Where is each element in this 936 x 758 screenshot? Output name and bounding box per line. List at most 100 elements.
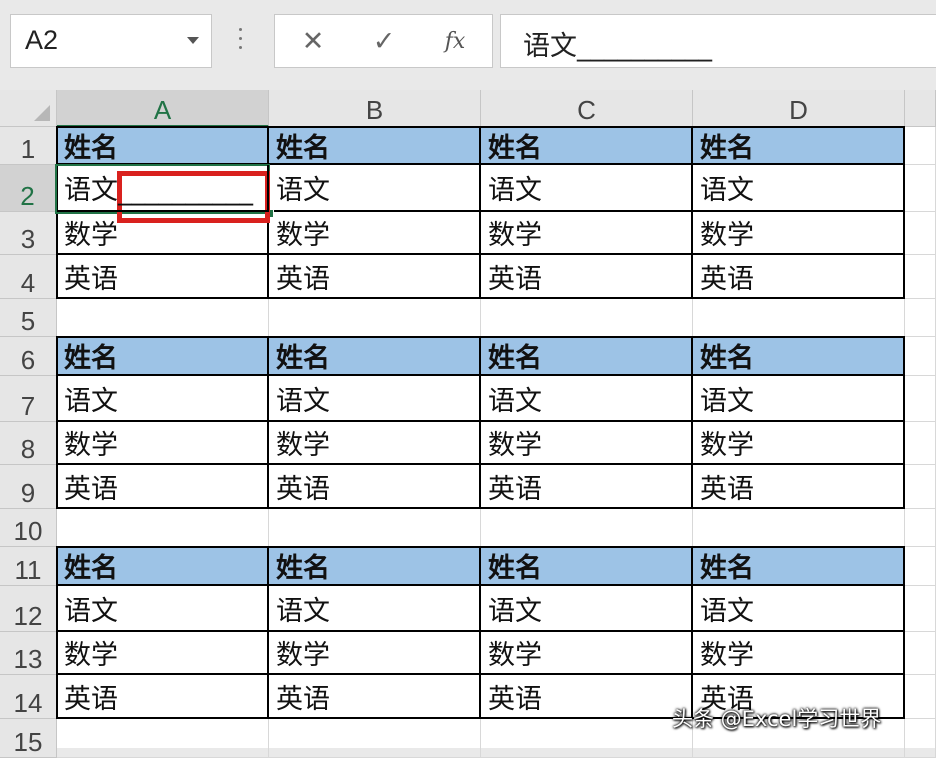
cell-e10[interactable] bbox=[905, 509, 936, 547]
cell-c12[interactable]: 语文 bbox=[481, 586, 693, 632]
name-box-dropdown-icon[interactable] bbox=[187, 37, 199, 44]
cell-c2[interactable]: 语文 bbox=[481, 165, 693, 212]
row-header-9[interactable]: 9 bbox=[0, 465, 57, 509]
column-header-c[interactable]: C bbox=[481, 90, 693, 127]
cell-d6[interactable]: 姓名 bbox=[693, 337, 905, 376]
row-header-12[interactable]: 12 bbox=[0, 586, 57, 632]
cell-d5[interactable] bbox=[693, 299, 905, 337]
formula-input[interactable]: 语文__________ bbox=[500, 14, 936, 68]
column-header-d[interactable]: D bbox=[693, 90, 905, 127]
cell-a2[interactable]: 语文__________ bbox=[57, 165, 269, 212]
cell-b2[interactable]: 语文 bbox=[269, 165, 481, 212]
cell-b10[interactable] bbox=[269, 509, 481, 547]
cell-e11[interactable] bbox=[905, 547, 936, 586]
row-header-2[interactable]: 2 bbox=[0, 165, 57, 212]
cell-e8[interactable] bbox=[905, 422, 936, 465]
insert-function-icon[interactable]: fx bbox=[435, 23, 475, 61]
cell-a14[interactable]: 英语 bbox=[57, 675, 269, 719]
cell-a11[interactable]: 姓名 bbox=[57, 547, 269, 586]
cell-b15[interactable] bbox=[269, 719, 481, 758]
cell-d12[interactable]: 语文 bbox=[693, 586, 905, 632]
row-header-5[interactable]: 5 bbox=[0, 299, 57, 337]
cell-d9[interactable]: 英语 bbox=[693, 465, 905, 509]
cell-a9[interactable]: 英语 bbox=[57, 465, 269, 509]
cancel-icon[interactable]: ✕ bbox=[293, 23, 333, 61]
cell-a8[interactable]: 数学 bbox=[57, 422, 269, 465]
row-header-4[interactable]: 4 bbox=[0, 255, 57, 299]
cell-c13[interactable]: 数学 bbox=[481, 632, 693, 675]
name-box[interactable]: A2 bbox=[10, 14, 212, 68]
row-header-3[interactable]: 3 bbox=[0, 212, 57, 255]
cell-e6[interactable] bbox=[905, 337, 936, 376]
cell-d11[interactable]: 姓名 bbox=[693, 547, 905, 586]
cell-b7[interactable]: 语文 bbox=[269, 376, 481, 422]
column-header-b[interactable]: B bbox=[269, 90, 481, 127]
cell-b5[interactable] bbox=[269, 299, 481, 337]
column-header-e[interactable] bbox=[905, 90, 936, 127]
cell-a5[interactable] bbox=[57, 299, 269, 337]
cell-b6[interactable]: 姓名 bbox=[269, 337, 481, 376]
cell-e2[interactable] bbox=[905, 165, 936, 212]
cell-c4[interactable]: 英语 bbox=[481, 255, 693, 299]
row-header-13[interactable]: 13 bbox=[0, 632, 57, 675]
cell-e9[interactable] bbox=[905, 465, 936, 509]
cell-c15[interactable] bbox=[481, 719, 693, 758]
spreadsheet-grid[interactable]: A B C D 1 姓名 姓名 姓名 姓名 2 语文__________ 语文 语文 语文 3 数学 数学 数学数… bbox=[0, 90, 936, 758]
row-header-15[interactable]: 15 bbox=[0, 719, 57, 758]
cell-c10[interactable] bbox=[481, 509, 693, 547]
cell-e14[interactable] bbox=[905, 675, 936, 719]
cell-a10[interactable] bbox=[57, 509, 269, 547]
cell-b12[interactable]: 语文 bbox=[269, 586, 481, 632]
cell-a13[interactable]: 数学 bbox=[57, 632, 269, 675]
cell-d10[interactable] bbox=[693, 509, 905, 547]
cell-a7[interactable]: 语文 bbox=[57, 376, 269, 422]
cell-a3[interactable]: 数学 bbox=[57, 212, 269, 255]
row-header-6[interactable]: 6 bbox=[0, 337, 57, 376]
cell-d1[interactable]: 姓名 bbox=[693, 127, 905, 165]
row-header-1[interactable]: 1 bbox=[0, 127, 57, 165]
cell-c11[interactable]: 姓名 bbox=[481, 547, 693, 586]
cell-d2[interactable]: 语文 bbox=[693, 165, 905, 212]
cell-c14[interactable]: 英语 bbox=[481, 675, 693, 719]
cell-c6[interactable]: 姓名 bbox=[481, 337, 693, 376]
cell-e13[interactable] bbox=[905, 632, 936, 675]
cell-c5[interactable] bbox=[481, 299, 693, 337]
cell-c3[interactable]: 数学 bbox=[481, 212, 693, 255]
cell-a12[interactable]: 语文 bbox=[57, 586, 269, 632]
cell-a15[interactable] bbox=[57, 719, 269, 758]
row-header-8[interactable]: 8 bbox=[0, 422, 57, 465]
cell-b8[interactable]: 数学 bbox=[269, 422, 481, 465]
cell-b9[interactable]: 英语 bbox=[269, 465, 481, 509]
cell-d8[interactable]: 数学 bbox=[693, 422, 905, 465]
cell-b3[interactable]: 数学 bbox=[269, 212, 481, 255]
cell-c9[interactable]: 英语 bbox=[481, 465, 693, 509]
cell-d3[interactable]: 数学 bbox=[693, 212, 905, 255]
formula-bar-resize-handle[interactable] bbox=[237, 28, 243, 54]
cell-b1[interactable]: 姓名 bbox=[269, 127, 481, 165]
cell-d13[interactable]: 数学 bbox=[693, 632, 905, 675]
cell-e3[interactable] bbox=[905, 212, 936, 255]
cell-b14[interactable]: 英语 bbox=[269, 675, 481, 719]
enter-icon[interactable]: ✓ bbox=[364, 23, 404, 61]
cell-d7[interactable]: 语文 bbox=[693, 376, 905, 422]
select-all-button[interactable] bbox=[0, 90, 57, 127]
cell-e5[interactable] bbox=[905, 299, 936, 337]
row-header-14[interactable]: 14 bbox=[0, 675, 57, 719]
cell-e1[interactable] bbox=[905, 127, 936, 165]
cell-d4[interactable]: 英语 bbox=[693, 255, 905, 299]
cell-c8[interactable]: 数学 bbox=[481, 422, 693, 465]
cell-a6[interactable]: 姓名 bbox=[57, 337, 269, 376]
row-header-11[interactable]: 11 bbox=[0, 547, 57, 586]
column-header-a[interactable]: A bbox=[57, 90, 269, 127]
cell-e7[interactable] bbox=[905, 376, 936, 422]
cell-e15[interactable] bbox=[905, 719, 936, 758]
row-header-7[interactable]: 7 bbox=[0, 376, 57, 422]
cell-a4[interactable]: 英语 bbox=[57, 255, 269, 299]
cell-b13[interactable]: 数学 bbox=[269, 632, 481, 675]
cell-b11[interactable]: 姓名 bbox=[269, 547, 481, 586]
cell-b4[interactable]: 英语 bbox=[269, 255, 481, 299]
cell-e4[interactable] bbox=[905, 255, 936, 299]
row-header-10[interactable]: 10 bbox=[0, 509, 57, 547]
cell-c1[interactable]: 姓名 bbox=[481, 127, 693, 165]
cell-e12[interactable] bbox=[905, 586, 936, 632]
